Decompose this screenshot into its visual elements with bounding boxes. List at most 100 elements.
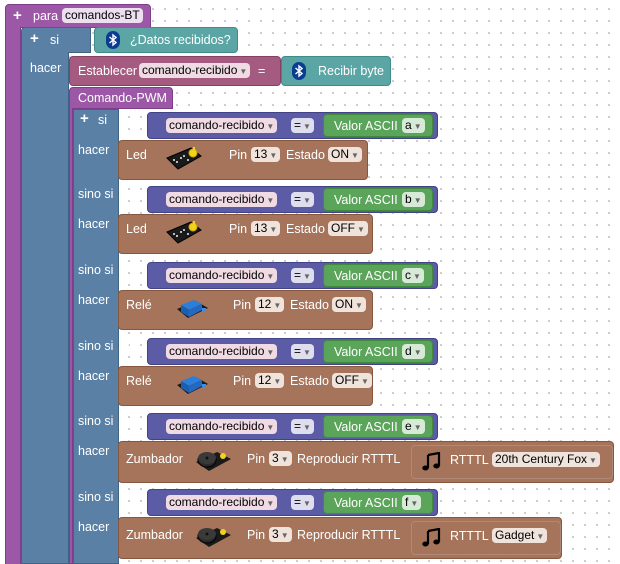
chevron-down-icon: ▼ (266, 499, 275, 508)
music-note-icon (421, 527, 441, 551)
pin-dropdown[interactable]: 12 ▼ (255, 297, 285, 312)
recibir-byte-label: Recibir byte (318, 64, 384, 78)
ascii-value-block[interactable]: Valor ASCII f ▼ (323, 491, 433, 514)
pin-label: Pin (233, 298, 252, 312)
chevron-down-icon: ▼ (303, 499, 311, 508)
minus-icon[interactable]: – (121, 261, 129, 276)
chevron-down-icon: ▼ (269, 225, 278, 234)
minus-icon[interactable]: – (121, 337, 129, 352)
pin-dropdown[interactable]: 13 ▼ (251, 221, 281, 236)
state-dropdown[interactable]: OFF ▼ (328, 221, 368, 236)
pin-dropdown[interactable]: 13 ▼ (251, 147, 281, 162)
branch-do-label: hacer (78, 293, 110, 307)
chevron-down-icon: ▼ (303, 272, 311, 281)
rtttl-label: RTTTL (450, 453, 489, 467)
song-dropdown[interactable]: 20th Century Fox ▼ (492, 452, 600, 467)
pin-label: Pin (233, 374, 252, 388)
pin-dropdown[interactable]: 3 ▼ (269, 527, 292, 542)
ascii-char-dropdown[interactable]: b ▼ (402, 192, 425, 207)
action-label: Led (126, 148, 147, 162)
comando-pwm-block[interactable]: Comando-PWM (69, 87, 173, 109)
compare-block[interactable]: comando-recibido ▼ = ▼ Valor ASCII f ▼ (147, 489, 438, 516)
operator-dropdown[interactable]: = ▼ (291, 118, 314, 133)
chevron-down-icon: ▼ (303, 122, 311, 131)
chevron-down-icon: ▼ (355, 301, 363, 310)
mode-label: Estado (286, 222, 325, 236)
variable-dropdown[interactable]: comando-recibido ▼ (166, 192, 278, 207)
action-block[interactable]: Relé Pin 12 ▼ Estado OFF ▼ (118, 366, 373, 406)
ascii-label: Valor ASCII (334, 496, 398, 510)
ascii-char-dropdown[interactable]: c ▼ (402, 268, 424, 283)
branch-do-label: hacer (78, 369, 110, 383)
variable-dropdown[interactable]: comando-recibido ▼ (166, 419, 278, 434)
plus-icon[interactable]: + (80, 111, 89, 126)
compare-block[interactable]: comando-recibido ▼ = ▼ Valor ASCII d ▼ (147, 338, 438, 365)
mode-label: Estado (290, 374, 329, 388)
operator-dropdown[interactable]: = ▼ (291, 268, 314, 283)
state-dropdown[interactable]: OFF ▼ (332, 373, 372, 388)
operator-dropdown[interactable]: = ▼ (291, 495, 314, 510)
rtttl-block[interactable]: RTTTL Gadget ▼ (411, 521, 561, 555)
ascii-char-dropdown[interactable]: f ▼ (402, 495, 422, 510)
state-dropdown[interactable]: ON ▼ (332, 297, 366, 312)
compare-block[interactable]: comando-recibido ▼ = ▼ Valor ASCII c ▼ (147, 262, 438, 289)
if-main-rail (21, 52, 69, 564)
action-block[interactable]: Led Pin 13 ▼ Estado OFF ▼ (118, 214, 373, 254)
pin-label: Pin (229, 148, 248, 162)
variable-dropdown[interactable]: comando-recibido ▼ (166, 344, 278, 359)
chevron-down-icon: ▼ (413, 348, 422, 357)
operator-dropdown[interactable]: = ▼ (291, 344, 314, 359)
minus-icon[interactable]: – (121, 488, 129, 503)
ascii-char-dropdown[interactable]: d ▼ (402, 344, 425, 359)
procedure-block[interactable]: + para comandos-BT (5, 4, 151, 28)
action-label: Led (126, 222, 147, 236)
ascii-char-dropdown[interactable]: a ▼ (402, 118, 425, 133)
branch-keyword: sino si (78, 339, 114, 353)
variable-dropdown[interactable]: comando-recibido ▼ (166, 118, 278, 133)
minus-icon[interactable]: – (121, 185, 129, 200)
ascii-value-block[interactable]: Valor ASCII a ▼ (323, 114, 433, 137)
operator-dropdown[interactable]: = ▼ (291, 419, 314, 434)
action-block[interactable]: Zumbador Pin 3 ▼ Reproducir RTTTL RTTTL Gadget… (118, 517, 562, 559)
minus-icon[interactable]: – (121, 412, 129, 427)
song-dropdown[interactable]: Gadget ▼ (492, 528, 548, 543)
ascii-value-block[interactable]: Valor ASCII b ▼ (323, 188, 433, 211)
pin-label: Pin (229, 222, 248, 236)
chevron-down-icon: ▼ (410, 499, 419, 508)
mode-label: Estado (290, 298, 329, 312)
procedure-name-field[interactable]: comandos-BT (62, 8, 143, 23)
set-variable-block[interactable]: Establecer comando-recibido ▼ = (69, 56, 281, 86)
ascii-char-dropdown[interactable]: e ▼ (402, 419, 425, 434)
ascii-value-block[interactable]: Valor ASCII d ▼ (323, 340, 433, 363)
procedure-left-rail (5, 27, 21, 564)
chevron-down-icon: ▼ (266, 423, 275, 432)
buzzer-module-icon (193, 522, 233, 555)
pin-dropdown[interactable]: 3 ▼ (269, 451, 292, 466)
state-dropdown[interactable]: ON ▼ (328, 147, 362, 162)
action-label: Relé (126, 374, 152, 388)
ascii-value-block[interactable]: Valor ASCII c ▼ (323, 264, 433, 287)
variable-dropdown[interactable]: comando-recibido ▼ (166, 268, 278, 283)
datos-recibidos-block[interactable]: ¿Datos recibidos? (94, 27, 238, 53)
ascii-label: Valor ASCII (334, 119, 398, 133)
chevron-down-icon: ▼ (280, 531, 289, 540)
operator-dropdown[interactable]: = ▼ (291, 192, 314, 207)
action-block[interactable]: Relé Pin 12 ▼ Estado ON ▼ (118, 290, 373, 330)
relay-module-icon (172, 371, 212, 402)
ascii-value-block[interactable]: Valor ASCII e ▼ (323, 415, 433, 438)
compare-block[interactable]: comando-recibido ▼ = ▼ Valor ASCII a ▼ (147, 112, 438, 139)
pin-dropdown[interactable]: 12 ▼ (255, 373, 285, 388)
plus-icon[interactable]: + (30, 31, 39, 46)
chevron-down-icon: ▼ (413, 272, 421, 281)
variable-dropdown[interactable]: comando-recibido ▼ (166, 495, 278, 510)
plus-icon[interactable]: + (13, 8, 22, 23)
mode-label: Estado (286, 148, 325, 162)
relay-module-icon (172, 295, 212, 326)
action-block[interactable]: Led Pin 13 ▼ Estado ON ▼ (118, 140, 368, 180)
compare-block[interactable]: comando-recibido ▼ = ▼ Valor ASCII b ▼ (147, 186, 438, 213)
set-variable-dropdown[interactable]: comando-recibido ▼ (139, 63, 251, 78)
action-block[interactable]: Zumbador Pin 3 ▼ Reproducir RTTTL RTTTL 20th C… (118, 441, 614, 483)
compare-block[interactable]: comando-recibido ▼ = ▼ Valor ASCII e ▼ (147, 413, 438, 440)
recibir-byte-block[interactable]: Recibir byte (281, 56, 391, 86)
rtttl-block[interactable]: RTTTL 20th Century Fox ▼ (411, 445, 613, 479)
